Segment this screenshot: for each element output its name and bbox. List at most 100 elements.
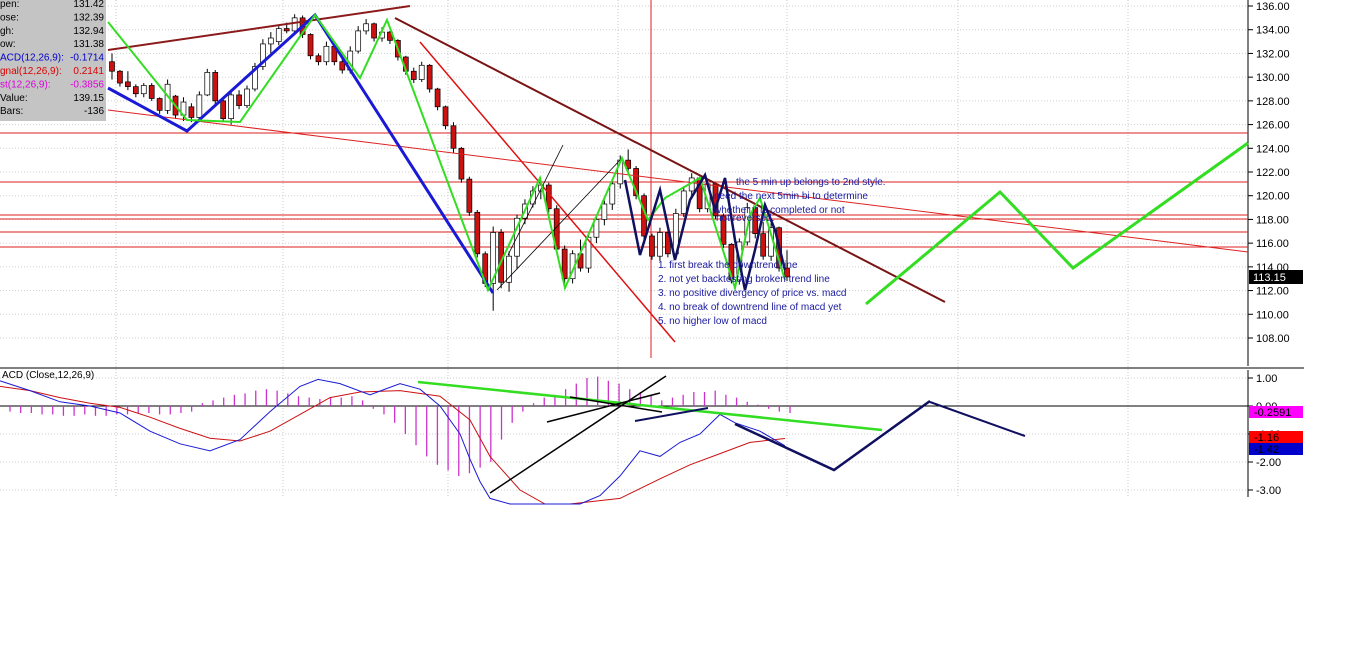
candle-body [148,85,155,99]
candle-body [474,211,481,255]
candle-body [680,190,687,214]
candle-body [291,17,298,32]
price-tick-label: 126.00 [1256,120,1290,132]
macd-value-text: -0.2591 [1254,407,1291,419]
price-tick-label: 108.00 [1256,333,1290,345]
candle-body [196,94,203,118]
candle-body [140,85,147,95]
candle-body [212,72,219,102]
price-tick-label: 120.00 [1256,191,1290,203]
stock-chart[interactable]: 136.00 134.00 132.00 130.00 128.00 126.00 124.… [0,0,1360,653]
macd-value-text: -1.42 [1254,444,1279,456]
candle-body [450,125,457,149]
candle-body [371,23,377,39]
annotation-line: not reversed. [716,213,774,224]
candle-body [228,94,234,119]
macd-panel[interactable]: ACD (Close,12,26,9) 1.000.00-1.00-2.00-3… [0,370,1303,505]
macd-value-text: -1.16 [1254,432,1279,444]
candle-body [434,88,441,108]
candle-body [188,106,195,118]
info-label: st(12,26,9): [0,79,51,90]
candle-body [410,70,417,80]
last-price-tag: 113.15 [1249,270,1303,284]
price-tick-label: 136.00 [1256,1,1290,13]
macd-navy-projection-2 [929,401,1026,437]
info-label: pen: [0,0,19,10]
price-tick-label: 134.00 [1256,25,1290,37]
candle-body [307,34,314,57]
info-value: 132.94 [73,26,104,37]
candle-body [426,64,433,90]
info-label: gh: [0,26,14,37]
info-value: 0.2141 [73,66,104,77]
candle-body [323,45,330,63]
annotation-item: 2. not yet backtesting broken trend line [658,274,830,285]
info-panel: pen: 131.42 ose: 132.39 gh: 132.94 ow: 131.38 AC… [0,0,106,121]
info-value: -136 [84,106,104,117]
candle-body [156,98,163,111]
price-axis: 136.00 134.00 132.00 130.00 128.00 126.00 124.… [1248,1,1290,345]
candle-body [125,81,131,87]
info-label: ose: [0,12,19,23]
info-value: 139.15 [73,93,104,104]
macd-line [0,378,786,505]
candle-body [657,232,663,257]
candle-body [236,94,242,106]
macd-tick-label: -2.00 [1256,457,1281,469]
candle-body [355,30,362,52]
info-value: -0.1714 [70,53,104,64]
info-label: Value: [0,93,28,104]
price-tick-label: 110.00 [1256,309,1289,321]
candle-body [363,23,369,32]
macd-title: ACD (Close,12,26,9) [2,370,94,381]
annotation-item: 5. no higher low of macd [658,316,767,327]
price-tick-label: 118.00 [1256,214,1289,226]
price-tick-label: 130.00 [1256,72,1290,84]
price-tick-label: 122.00 [1256,167,1290,179]
candle-body [760,233,767,257]
candle-body [601,203,608,220]
macd-tick-label: -3.00 [1256,485,1281,497]
annotation-item: 3. no positive divergency of price vs. m… [658,288,846,299]
macd-navy-projection [734,399,931,472]
annotation-line: need the next 5min bi to determine [714,191,868,202]
info-label: ow: [0,39,16,50]
price-tick-label: 132.00 [1256,48,1290,60]
annotation-item: 1. first break the downtrend line [658,260,798,271]
info-value: -0.3856 [70,79,104,90]
price-tick-label: 112.00 [1256,286,1289,298]
candle-body [458,147,465,180]
candle-body [204,72,211,96]
macd-histogram [9,376,791,476]
candle-body [244,88,250,106]
candle-body [220,100,227,119]
candle-body [649,235,655,257]
candle-body [117,70,123,84]
candle-body [109,61,115,72]
candle-body [609,183,616,205]
info-value: 132.39 [73,12,104,23]
macd-value-tags: -0.2591 -1.16-1.42 [1249,406,1303,456]
info-label: Bars: [0,106,23,117]
price-panel-background [0,0,1248,366]
info-label: gnal(12,26,9): [0,66,62,77]
price-tick-label: 128.00 [1256,96,1290,108]
macd-gridlines [0,377,1248,491]
candle-body [267,37,274,45]
info-value: 131.38 [73,39,104,50]
last-price-label: 113.15 [1253,272,1286,284]
price-tick-label: 116.00 [1256,238,1289,250]
candle-body [506,255,512,283]
price-tick-label: 124.00 [1256,143,1290,155]
annotation-item: 4. no break of downtrend line of macd ye… [658,302,842,313]
candle-body [315,55,322,63]
candle-body [466,178,473,213]
candle-body [283,28,290,32]
info-label: ACD(12,26,9): [0,53,64,64]
candle-body [418,64,425,80]
macd-tick-label: 1.00 [1256,373,1277,385]
info-value: 131.42 [73,0,104,10]
macd-signal-line [0,385,786,505]
annotation-line: the 5 min up belongs to 2nd style. [736,177,886,188]
candle-body [442,106,449,127]
